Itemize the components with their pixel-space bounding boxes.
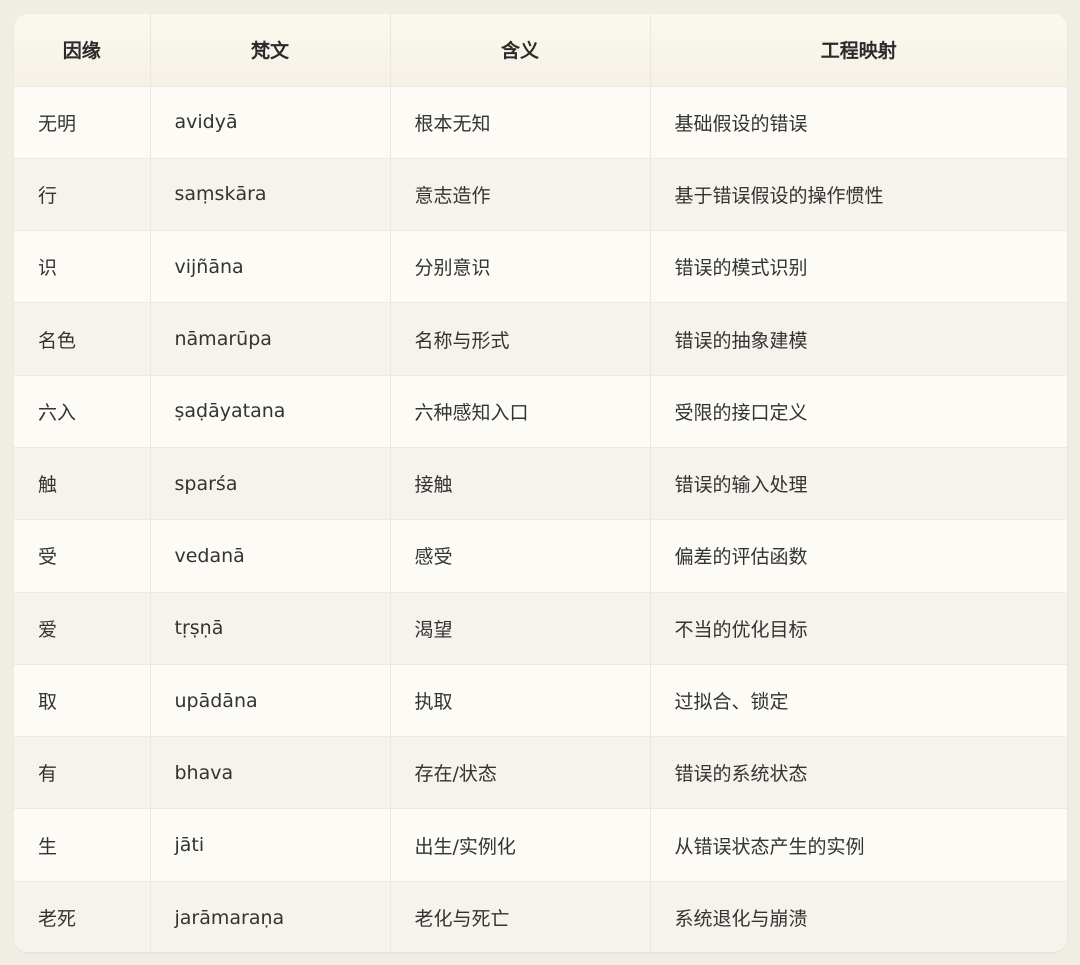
table-row: 识 vijñāna 分别意识 错误的模式识别 — [14, 230, 1067, 304]
cell-meaning: 意志造作 — [390, 158, 651, 232]
cell-meaning: 名称与形式 — [390, 302, 651, 376]
header-cell-meaning: 含义 — [390, 14, 651, 87]
cell-meaning: 渴望 — [390, 592, 651, 665]
cell-nidana: 爱 — [14, 592, 151, 665]
cell-nidana: 行 — [14, 158, 151, 232]
cell-meaning: 执取 — [390, 664, 651, 738]
table-row: 名色 nāmarūpa 名称与形式 错误的抽象建模 — [14, 302, 1067, 376]
header-cell-nidana: 因缘 — [14, 14, 151, 87]
cell-engineering-mapping: 偏差的评估函数 — [650, 519, 1067, 593]
header-row: 因缘 梵文 含义 工程映射 — [14, 14, 1067, 87]
cell-nidana: 六入 — [14, 375, 151, 448]
table-row: 受 vedanā 感受 偏差的评估函数 — [14, 519, 1067, 593]
cell-sanskrit: sparśa — [150, 447, 391, 521]
cell-engineering-mapping: 过拟合、锁定 — [650, 664, 1067, 738]
cell-sanskrit: upādāna — [150, 664, 391, 738]
cell-sanskrit: vijñāna — [150, 230, 391, 304]
cell-meaning: 根本无知 — [390, 86, 651, 159]
cell-meaning: 六种感知入口 — [390, 375, 651, 448]
cell-meaning: 存在/状态 — [390, 736, 651, 810]
cell-meaning: 分别意识 — [390, 230, 651, 304]
cell-nidana: 取 — [14, 664, 151, 738]
cell-nidana: 有 — [14, 736, 151, 810]
cell-sanskrit: vedanā — [150, 519, 391, 593]
cell-nidana: 触 — [14, 447, 151, 521]
cell-nidana: 无明 — [14, 86, 151, 159]
header-cell-engineering-mapping: 工程映射 — [650, 14, 1067, 87]
header-cell-sanskrit: 梵文 — [150, 14, 391, 87]
cell-engineering-mapping: 基于错误假设的操作惯性 — [650, 158, 1067, 232]
cell-sanskrit: bhava — [150, 736, 391, 810]
table-header: 因缘 梵文 含义 工程映射 — [14, 14, 1067, 87]
cell-engineering-mapping: 从错误状态产生的实例 — [650, 808, 1067, 882]
cell-engineering-mapping: 错误的模式识别 — [650, 230, 1067, 304]
cell-engineering-mapping: 受限的接口定义 — [650, 375, 1067, 448]
cell-engineering-mapping: 系统退化与崩溃 — [674, 908, 808, 931]
cell-meaning: 老化与死亡 — [390, 881, 651, 952]
table-row: 老死 jarāmaraṇa 老化与死亡 系统退化与崩溃 — [14, 881, 1067, 952]
cell-sanskrit: ṣaḍāyatana — [150, 375, 391, 448]
cell-engineering-mapping: 错误的输入处理 — [650, 447, 1067, 521]
table-row: 有 bhava 存在/状态 错误的系统状态 — [14, 736, 1067, 810]
cell-sanskrit: jarāmaraṇa — [150, 881, 391, 952]
cell-engineering-mapping: 不当的优化目标 — [650, 592, 1067, 665]
cell-meaning: 感受 — [390, 519, 651, 593]
table-row: 爱 tṛṣṇā 渴望 不当的优化目标 — [14, 592, 1067, 665]
table-row: 无明 avidyā 根本无知 基础假设的错误 — [14, 86, 1067, 159]
cell-nidana: 名色 — [14, 302, 151, 376]
table-row: 触 sparśa 接触 错误的输入处理 — [14, 447, 1067, 521]
causation-table: 因缘 梵文 含义 工程映射 无明 avidyā 根本无知 基础假设的错误 行 s… — [14, 14, 1067, 952]
table-body: 无明 avidyā 根本无知 基础假设的错误 行 saṃskāra 意志造作 基… — [14, 86, 1067, 952]
cell-sanskrit: saṃskāra — [150, 158, 391, 232]
table-row: 行 saṃskāra 意志造作 基于错误假设的操作惯性 — [14, 158, 1067, 232]
cell-engineering-mapping: 基础假设的错误 — [650, 86, 1067, 159]
cell-sanskrit: tṛṣṇā — [150, 592, 391, 665]
cell-engineering-mapping: 错误的抽象建模 — [650, 302, 1067, 376]
cell-nidana: 老死 — [14, 881, 151, 952]
cell-sanskrit: avidyā — [150, 86, 391, 159]
table-row: 六入 ṣaḍāyatana 六种感知入口 受限的接口定义 — [14, 375, 1067, 448]
cell-sanskrit: jāti — [150, 808, 391, 882]
table-row: 取 upādāna 执取 过拟合、锁定 — [14, 664, 1067, 738]
table-row: 生 jāti 出生/实例化 从错误状态产生的实例 — [14, 808, 1067, 882]
cell-meaning: 接触 — [390, 447, 651, 521]
cell-engineering-mapping: 错误的系统状态 — [650, 736, 1067, 810]
cell-nidana: 生 — [14, 808, 151, 882]
cell-sanskrit: nāmarūpa — [150, 302, 391, 376]
cell-meaning: 出生/实例化 — [390, 808, 651, 882]
causation-table-card: 因缘 梵文 含义 工程映射 无明 avidyā 根本无知 基础假设的错误 行 s… — [14, 14, 1067, 952]
cell-nidana: 受 — [14, 519, 151, 593]
cell-nidana: 识 — [14, 230, 151, 304]
